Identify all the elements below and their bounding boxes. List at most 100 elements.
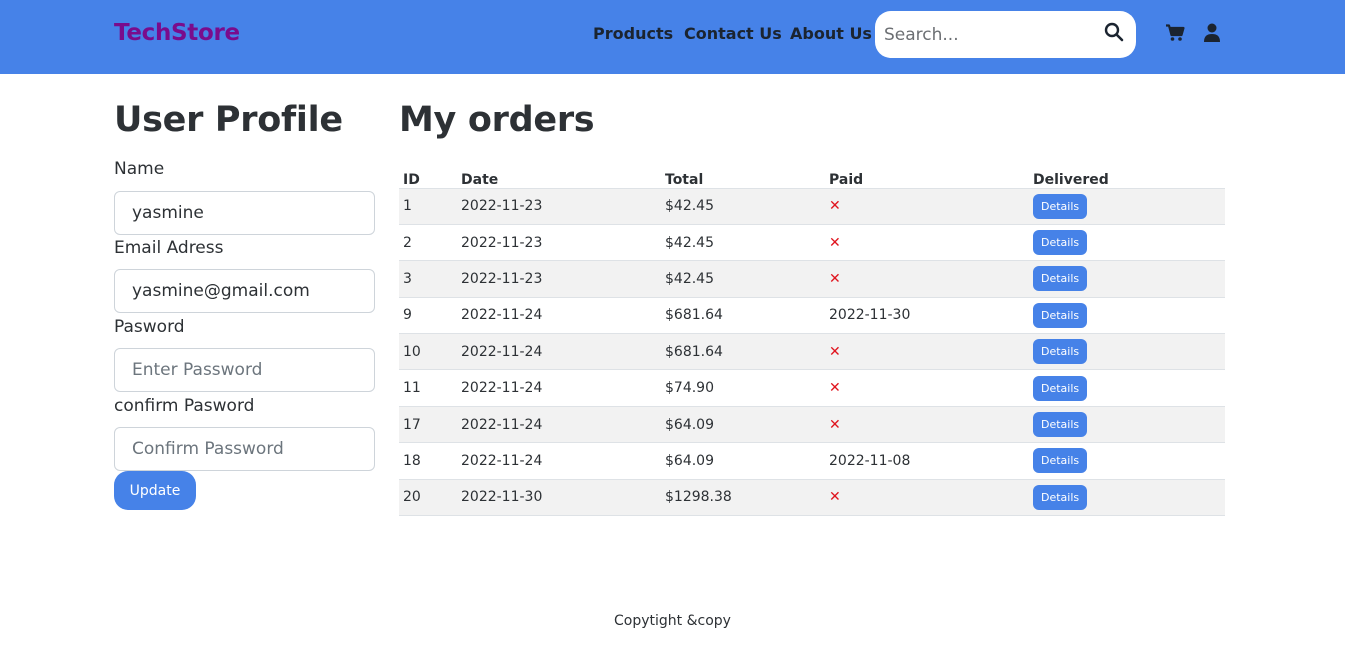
details-button[interactable]: Details — [1033, 412, 1088, 438]
column-header-delivered: Delivered — [1029, 160, 1207, 189]
order-id-cell: 17 — [399, 406, 457, 444]
cart-icon[interactable] — [1165, 24, 1185, 44]
table-row: 10 2022-11-24 $681.64 ✕ Details — [399, 333, 1225, 371]
order-date-cell: 2022-11-24 — [457, 442, 661, 480]
order-id-cell: 18 — [399, 442, 457, 480]
order-total-cell: $74.90 — [661, 369, 825, 407]
details-button[interactable]: Details — [1033, 339, 1088, 365]
name-field[interactable] — [114, 191, 375, 235]
column-header-total: Total — [661, 160, 825, 189]
order-id-cell: 20 — [399, 479, 457, 517]
order-id-cell: 11 — [399, 369, 457, 407]
user-icon[interactable] — [1203, 23, 1221, 43]
order-paid-cell: ✕ — [825, 224, 1029, 262]
details-button[interactable]: Details — [1033, 193, 1088, 219]
unpaid-x-icon: ✕ — [829, 416, 841, 433]
nav-link-products[interactable]: Products — [593, 24, 673, 43]
table-header-row: ID Date Total Paid Delivered — [399, 160, 1225, 189]
search-input[interactable] — [884, 21, 1094, 48]
order-delivered-cell: Details — [1029, 333, 1225, 371]
email-label: Email Adress — [114, 238, 224, 258]
order-total-cell: $42.45 — [661, 188, 825, 225]
order-paid-cell: ✕ — [825, 369, 1029, 407]
order-date-cell: 2022-11-23 — [457, 224, 661, 262]
order-id-cell: 2 — [399, 224, 457, 262]
password-field[interactable] — [114, 348, 375, 392]
table-row: 18 2022-11-24 $64.09 2022-11-08 Details — [399, 442, 1225, 480]
table-row: 1 2022-11-23 $42.45 ✕ Details — [399, 188, 1225, 225]
order-delivered-cell: Details — [1029, 479, 1225, 517]
column-header-date: Date — [457, 160, 661, 189]
order-delivered-cell: Details — [1029, 369, 1225, 407]
details-button[interactable]: Details — [1033, 266, 1088, 292]
footer-copyright: Copytight &copy — [614, 613, 731, 629]
table-row: 9 2022-11-24 $681.64 2022-11-30 Details — [399, 297, 1225, 335]
name-label: Name — [114, 159, 165, 179]
order-paid-cell: ✕ — [825, 479, 1029, 517]
order-date-cell: 2022-11-24 — [457, 297, 661, 335]
email-field[interactable] — [114, 269, 375, 313]
order-delivered-cell: Details — [1029, 188, 1225, 225]
table-row: 17 2022-11-24 $64.09 ✕ Details — [399, 406, 1225, 444]
order-paid-cell: 2022-11-30 — [825, 297, 1029, 335]
order-total-cell: $42.45 — [661, 260, 825, 298]
unpaid-x-icon: ✕ — [829, 234, 841, 251]
unpaid-x-icon: ✕ — [829, 198, 841, 215]
order-paid-cell: ✕ — [825, 333, 1029, 371]
order-delivered-cell: Details — [1029, 442, 1225, 480]
unpaid-x-icon: ✕ — [829, 343, 841, 360]
order-date-cell: 2022-11-23 — [457, 260, 661, 298]
order-date-cell: 2022-11-24 — [457, 333, 661, 371]
top-navbar: TechStore Products Contact Us About Us — [0, 0, 1345, 74]
order-total-cell: $681.64 — [661, 297, 825, 335]
order-paid-cell: 2022-11-08 — [825, 442, 1029, 480]
order-date-cell: 2022-11-24 — [457, 406, 661, 444]
order-total-cell: $42.45 — [661, 224, 825, 262]
update-button[interactable]: Update — [114, 471, 196, 510]
order-id-cell: 9 — [399, 297, 457, 335]
search-box — [875, 11, 1136, 58]
order-date-cell: 2022-11-30 — [457, 479, 661, 517]
unpaid-x-icon: ✕ — [829, 380, 841, 397]
order-paid-cell: ✕ — [825, 188, 1029, 225]
table-row: 11 2022-11-24 $74.90 ✕ Details — [399, 369, 1225, 407]
order-paid-cell: ✕ — [825, 260, 1029, 298]
details-button[interactable]: Details — [1033, 375, 1088, 401]
details-button[interactable]: Details — [1033, 448, 1088, 474]
details-button[interactable]: Details — [1033, 230, 1088, 256]
order-id-cell: 3 — [399, 260, 457, 298]
unpaid-x-icon: ✕ — [829, 270, 841, 287]
orders-title: My orders — [399, 100, 595, 140]
order-delivered-cell: Details — [1029, 297, 1225, 335]
profile-title: User Profile — [114, 100, 343, 140]
confirm-password-label: confirm Pasword — [114, 396, 255, 416]
order-id-cell: 10 — [399, 333, 457, 371]
order-delivered-cell: Details — [1029, 224, 1225, 262]
details-button[interactable]: Details — [1033, 484, 1088, 510]
order-delivered-cell: Details — [1029, 406, 1225, 444]
unpaid-x-icon: ✕ — [829, 489, 841, 506]
brand-logo-link[interactable]: TechStore — [114, 20, 240, 46]
nav-link-contact-us[interactable]: Contact Us — [684, 24, 782, 43]
table-row: 20 2022-11-30 $1298.38 ✕ Details — [399, 479, 1225, 517]
column-header-paid: Paid — [825, 160, 1029, 189]
orders-table-body: 1 2022-11-23 $42.45 ✕ Details 2 2022-11-23 $42.… — [399, 188, 1225, 517]
order-id-cell: 1 — [399, 188, 457, 225]
confirm-password-field[interactable] — [114, 427, 375, 471]
order-date-cell: 2022-11-24 — [457, 369, 661, 407]
order-total-cell: $64.09 — [661, 442, 825, 480]
table-row: 3 2022-11-23 $42.45 ✕ Details — [399, 260, 1225, 298]
header-spacer — [1207, 160, 1225, 189]
table-row: 2 2022-11-23 $42.45 ✕ Details — [399, 224, 1225, 262]
order-paid-cell: ✕ — [825, 406, 1029, 444]
details-button[interactable]: Details — [1033, 302, 1088, 328]
nav-link-about-us[interactable]: About Us — [790, 24, 872, 43]
order-delivered-cell: Details — [1029, 260, 1225, 298]
order-total-cell: $681.64 — [661, 333, 825, 371]
order-total-cell: $64.09 — [661, 406, 825, 444]
column-header-id: ID — [399, 160, 457, 189]
order-total-cell: $1298.38 — [661, 479, 825, 517]
password-label: Pasword — [114, 317, 185, 337]
search-icon[interactable] — [1104, 22, 1128, 46]
order-date-cell: 2022-11-23 — [457, 188, 661, 225]
